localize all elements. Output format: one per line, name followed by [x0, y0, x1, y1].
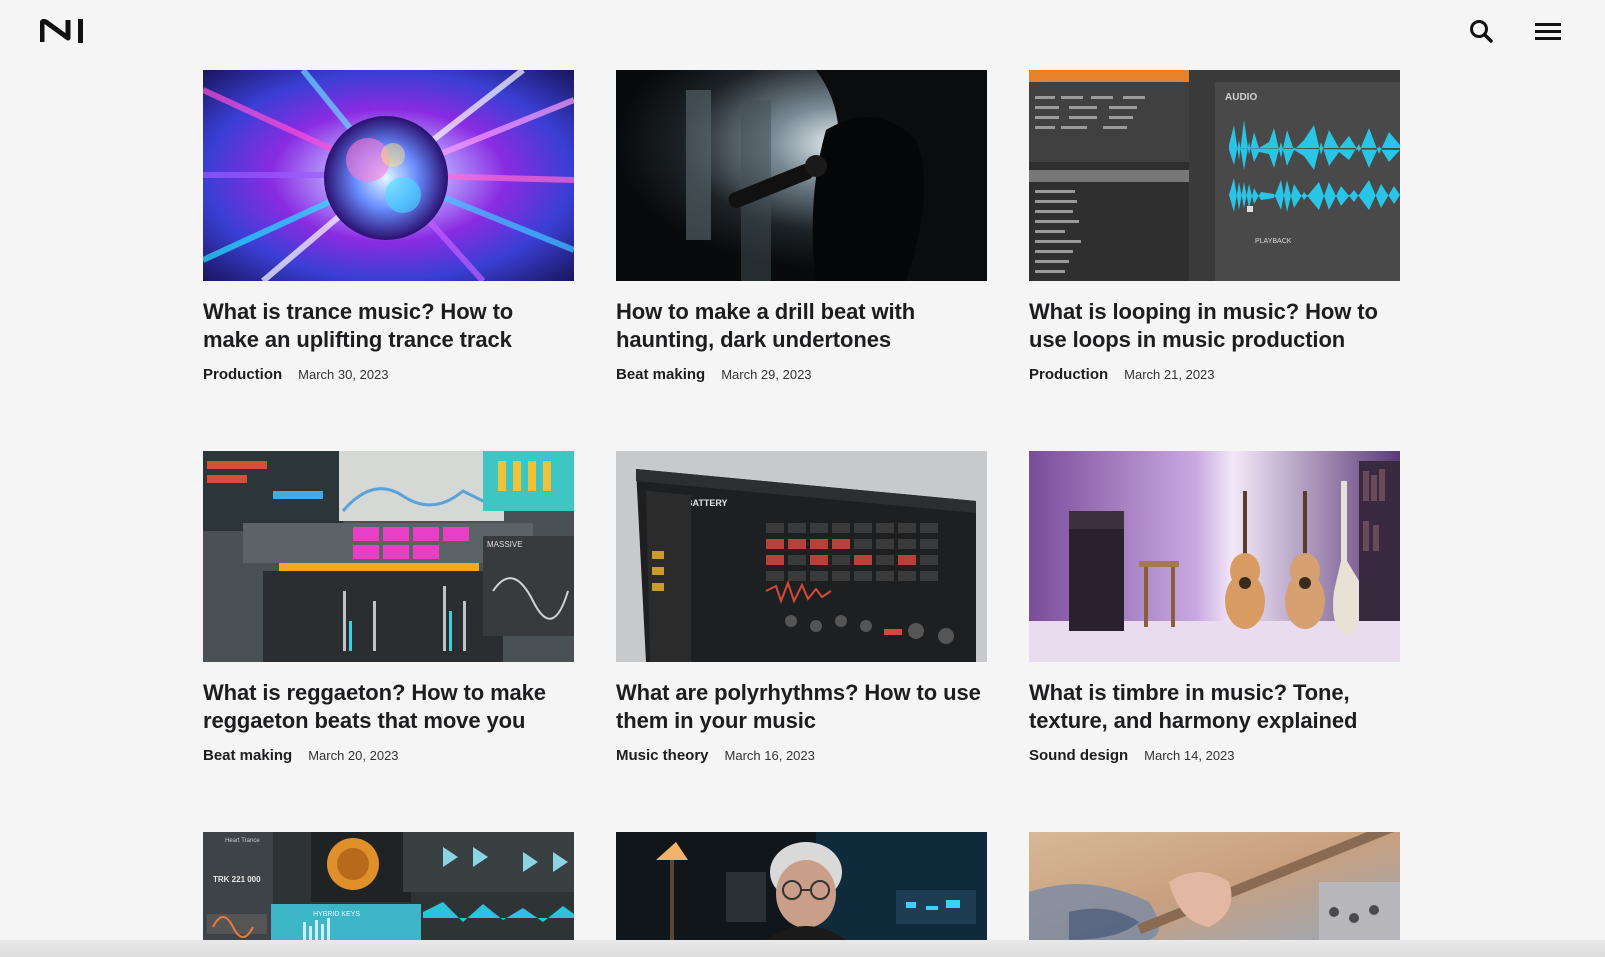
heart-trance-label: Heart Trance — [225, 838, 260, 844]
article-date: March 20, 2023 — [308, 748, 399, 763]
article-date: March 21, 2023 — [1124, 367, 1215, 382]
article-date: March 29, 2023 — [721, 367, 812, 382]
article-title[interactable]: What are polyrhythms? How to use them in… — [616, 679, 987, 735]
audio-label: AUDIO — [1225, 92, 1257, 103]
article-category[interactable]: Music theory — [616, 747, 709, 764]
article-card[interactable]: BATTERY What are polyrhythms? How to use… — [616, 451, 987, 764]
article-card[interactable] — [1029, 832, 1400, 940]
hybrid-keys-label: HYBRID KEYS — [313, 911, 360, 918]
viewport-bottom-edge — [0, 940, 1605, 957]
traktor-label: TRK 221 000 — [213, 875, 261, 884]
article-thumbnail[interactable]: Heart Trance TRK 221 000 HYBRID KEYS — [203, 832, 574, 940]
article-title[interactable]: What is reggaeton? How to make reggaeton… — [203, 679, 574, 735]
massive-label: MASSIVE — [487, 540, 523, 549]
battery-label: BATTERY — [686, 498, 728, 508]
article-thumbnail[interactable] — [1029, 451, 1400, 662]
search-icon[interactable] — [1468, 18, 1496, 46]
ni-logo-icon[interactable] — [39, 18, 86, 44]
article-thumbnail[interactable] — [616, 70, 987, 281]
article-card[interactable]: AUDIO PLAYBACK What is looping in music?… — [1029, 70, 1400, 383]
playback-label: PLAYBACK — [1255, 238, 1292, 245]
article-title[interactable]: What is trance music? How to make an upl… — [203, 298, 574, 354]
article-card[interactable] — [616, 832, 987, 940]
article-title[interactable]: What is timbre in music? Tone, texture, … — [1029, 679, 1400, 735]
article-meta: Sound design March 14, 2023 — [1029, 747, 1400, 764]
article-thumbnail[interactable] — [616, 832, 987, 940]
article-title[interactable]: What is looping in music? How to use loo… — [1029, 298, 1400, 354]
article-card[interactable]: MASSIVE What is reggaeton? How to make r… — [203, 451, 574, 764]
article-meta: Beat making March 20, 2023 — [203, 747, 574, 764]
article-meta: Production March 21, 2023 — [1029, 366, 1400, 383]
article-meta: Production March 30, 2023 — [203, 366, 574, 383]
hamburger-menu-icon[interactable] — [1533, 20, 1563, 44]
article-title[interactable]: How to make a drill beat with haunting, … — [616, 298, 987, 354]
article-meta: Beat making March 29, 2023 — [616, 366, 987, 383]
article-category[interactable]: Sound design — [1029, 747, 1128, 764]
article-category[interactable]: Production — [1029, 366, 1108, 383]
site-header — [0, 0, 1605, 64]
article-card[interactable]: What is trance music? How to make an upl… — [203, 70, 574, 383]
article-meta: Music theory March 16, 2023 — [616, 747, 987, 764]
article-category[interactable]: Beat making — [203, 747, 292, 764]
article-thumbnail[interactable] — [203, 70, 574, 281]
article-thumbnail[interactable]: MASSIVE — [203, 451, 574, 662]
article-category[interactable]: Production — [203, 366, 282, 383]
article-date: March 30, 2023 — [298, 367, 389, 382]
article-card[interactable]: What is timbre in music? Tone, texture, … — [1029, 451, 1400, 764]
article-date: March 14, 2023 — [1144, 748, 1235, 763]
article-card[interactable]: How to make a drill beat with haunting, … — [616, 70, 987, 383]
article-thumbnail[interactable]: BATTERY — [616, 451, 987, 662]
article-date: March 16, 2023 — [724, 748, 815, 763]
article-category[interactable]: Beat making — [616, 366, 705, 383]
article-thumbnail[interactable]: AUDIO PLAYBACK — [1029, 70, 1400, 281]
article-card[interactable]: Heart Trance TRK 221 000 HYBRID KEYS — [203, 832, 574, 940]
article-thumbnail[interactable] — [1029, 832, 1400, 940]
